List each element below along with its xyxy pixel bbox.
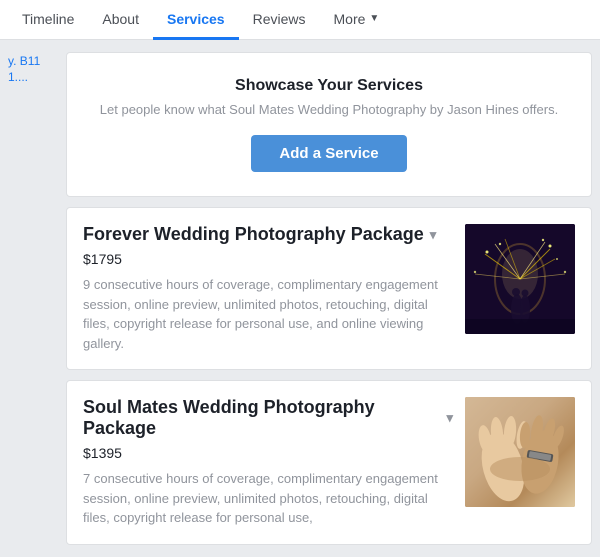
service-info-2: Soul Mates Wedding Photography Package ▾… — [83, 397, 453, 528]
service-title-1: Forever Wedding Photography Package ▾ — [83, 224, 453, 245]
tab-more[interactable]: More ▼ — [320, 0, 394, 40]
showcase-card: Showcase Your Services Let people know w… — [66, 52, 592, 197]
tab-about[interactable]: About — [88, 0, 153, 40]
tab-services[interactable]: Services — [153, 0, 239, 40]
page-content: y. B111.... Showcase Your Services Let p… — [0, 40, 600, 557]
tab-reviews[interactable]: Reviews — [239, 0, 320, 40]
service-info-1: Forever Wedding Photography Package ▾ $1… — [83, 224, 453, 353]
chevron-down-icon: ▾ — [446, 410, 453, 426]
service-description-1: 9 consecutive hours of coverage, complim… — [83, 275, 453, 353]
main-content: Showcase Your Services Let people know w… — [66, 52, 592, 545]
service-card-2: Soul Mates Wedding Photography Package ▾… — [66, 380, 592, 545]
service-description-2: 7 consecutive hours of coverage, complim… — [83, 469, 453, 528]
service-image-2 — [465, 397, 575, 507]
showcase-subtitle: Let people know what Soul Mates Wedding … — [87, 101, 571, 119]
navigation-tabs: Timeline About Services Reviews More ▼ — [0, 0, 600, 40]
sidebar-text: y. B111.... — [8, 54, 40, 84]
add-service-button[interactable]: Add a Service — [251, 135, 406, 172]
service-title-2: Soul Mates Wedding Photography Package ▾ — [83, 397, 453, 439]
service-price-2: $1395 — [83, 445, 453, 461]
chevron-down-icon: ▾ — [430, 227, 437, 243]
service-price-1: $1795 — [83, 251, 453, 267]
service-image-1 — [465, 224, 575, 334]
chevron-down-icon: ▼ — [369, 13, 379, 24]
tab-timeline[interactable]: Timeline — [8, 0, 88, 40]
service-card-1: Forever Wedding Photography Package ▾ $1… — [66, 207, 592, 370]
sidebar: y. B111.... — [8, 52, 56, 545]
showcase-title: Showcase Your Services — [87, 77, 571, 95]
